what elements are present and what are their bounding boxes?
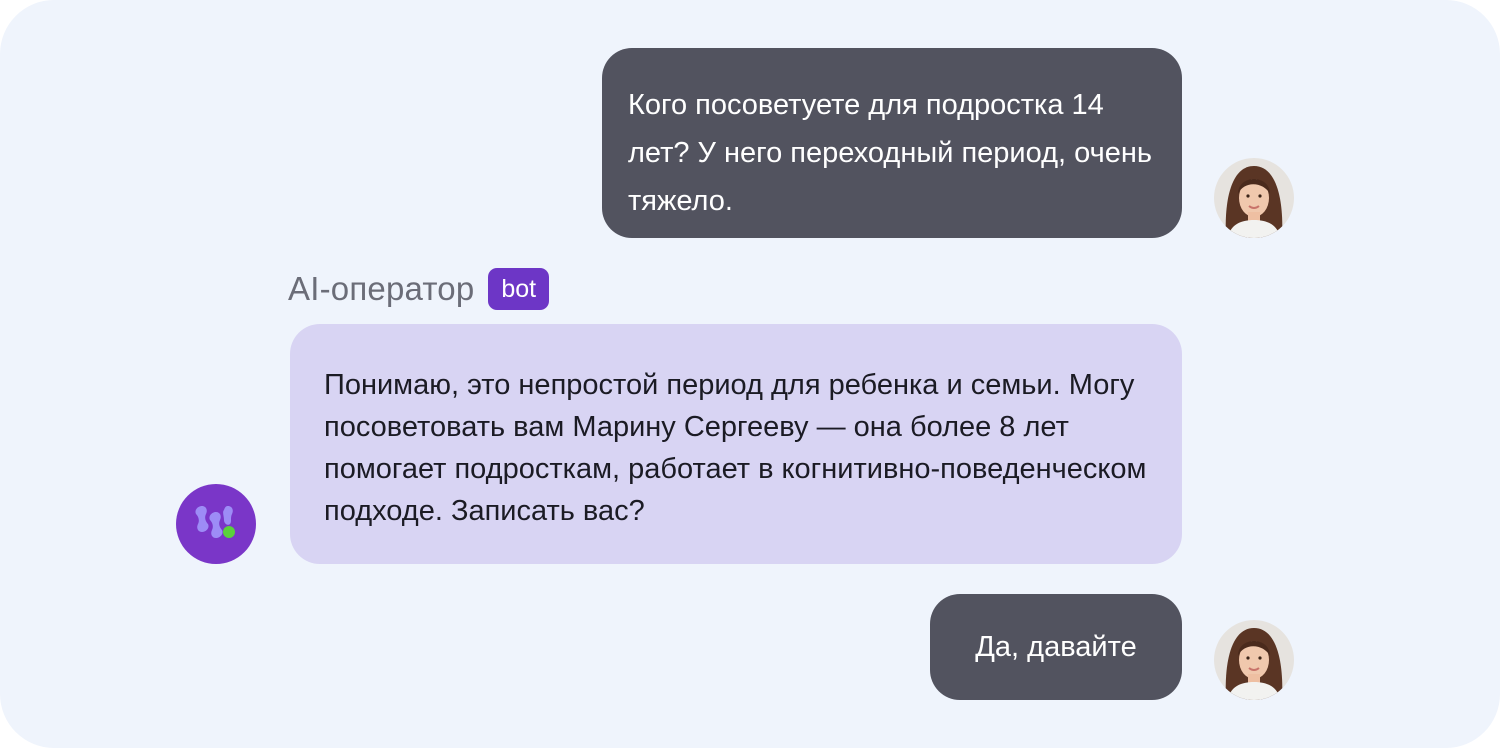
user-photo-avatar-icon (1214, 158, 1294, 238)
bot-logo-icon (195, 506, 235, 538)
user-message: Да, давайте (930, 594, 1182, 700)
sender-name: AI-оператор (288, 270, 475, 307)
bot-message: Понимаю, это непростой период для ребенк… (290, 324, 1182, 564)
user-message: Кого посоветуете для подростка 14 лет? У… (602, 48, 1182, 238)
status-dot (223, 526, 235, 538)
bot-badge: bot (488, 268, 550, 310)
message-text: Понимаю, это непростой период для ребенк… (324, 369, 1147, 527)
user-avatar (1214, 620, 1294, 700)
user-photo-avatar-icon (1214, 620, 1294, 700)
bot-sender-label: AI-оператор bot (288, 268, 550, 310)
user-avatar (1214, 158, 1294, 238)
message-text: Кого посоветуете для подростка 14 лет? У… (628, 89, 1152, 217)
message-text: Да, давайте (975, 631, 1137, 663)
bot-avatar (176, 484, 256, 564)
chat-canvas: Кого посоветуете для подростка 14 лет? У… (0, 0, 1500, 748)
